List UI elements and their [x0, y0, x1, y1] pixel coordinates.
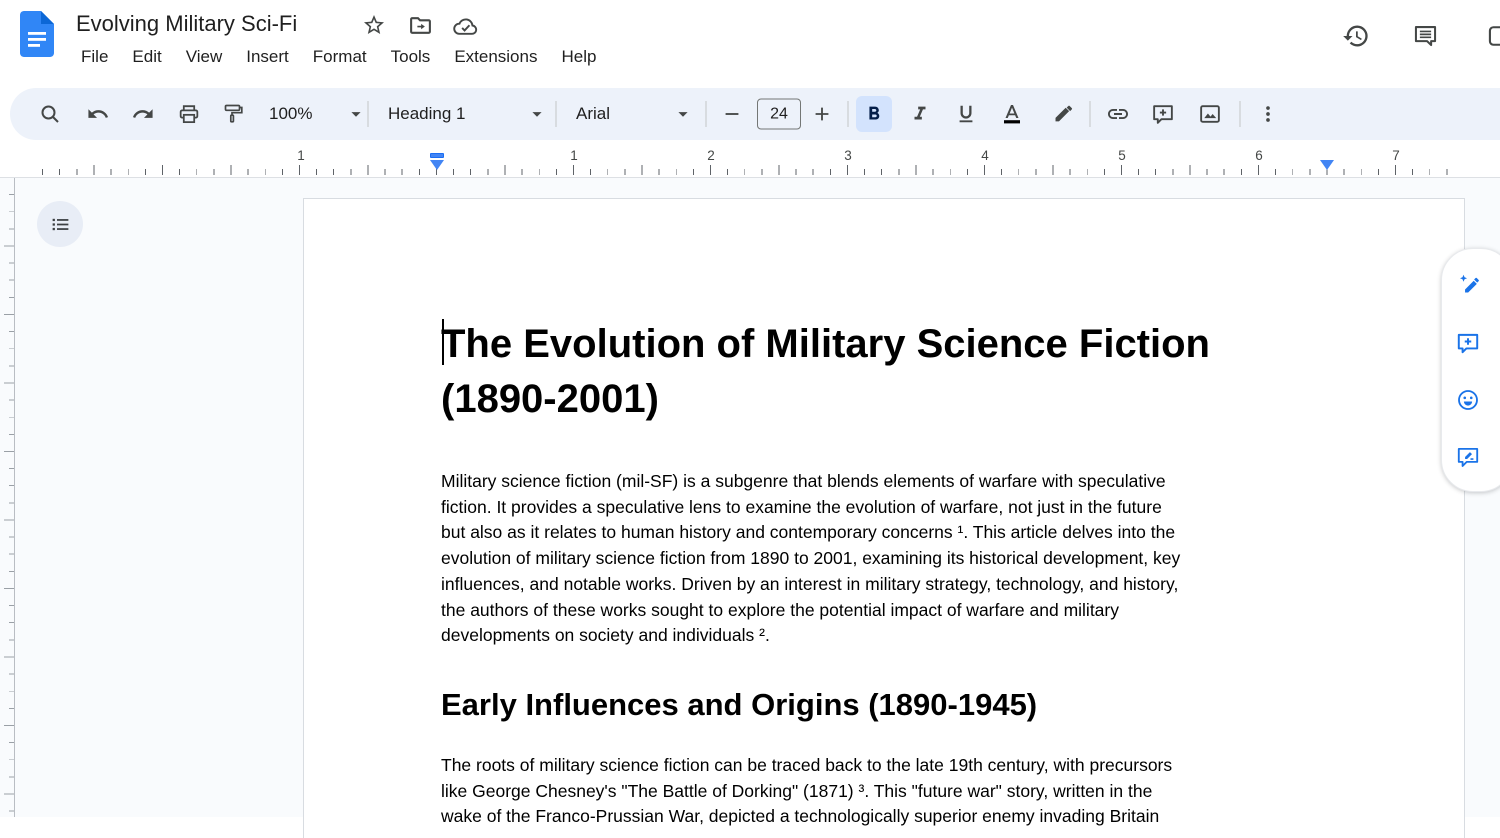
font-value: Arial — [576, 104, 610, 124]
text-line: evolution of military science fiction fr… — [441, 546, 1351, 572]
toolbar-divider — [1240, 101, 1241, 127]
help-me-write-icon[interactable] — [1455, 272, 1482, 299]
redo-icon[interactable] — [132, 103, 155, 126]
document-title[interactable]: Evolving Military Sci-Fi — [76, 11, 297, 37]
dropdown-arrow-icon — [526, 103, 548, 125]
link-icon[interactable] — [1106, 102, 1130, 126]
text-line: like George Chesney's "The Battle of Dor… — [441, 779, 1351, 805]
text-line: fiction. It provides a speculative lens … — [441, 495, 1351, 521]
outline-icon — [50, 214, 71, 235]
ruler-number: 6 — [1250, 148, 1268, 163]
italic-icon[interactable] — [909, 103, 931, 125]
ruler-number: 2 — [702, 148, 720, 163]
right-indent-marker[interactable] — [1320, 160, 1334, 170]
font-size-input[interactable]: 24 — [757, 99, 801, 130]
doc-paragraph-2: The roots of military science fiction ca… — [441, 753, 1351, 830]
ruler-number: 5 — [1113, 148, 1131, 163]
menu-item[interactable]: Format — [301, 44, 379, 70]
text-line: influences, and notable works. Driven by… — [441, 572, 1351, 598]
menu-item[interactable]: Insert — [234, 44, 301, 70]
cloud-saved-icon[interactable] — [452, 13, 479, 40]
show-outline-button[interactable] — [37, 201, 83, 247]
document-page[interactable]: The Evolution of Military Science Fictio… — [303, 198, 1465, 838]
toolbar-divider — [1090, 101, 1091, 127]
toolbar: 100% Heading 1 Arial 24 — [10, 88, 1500, 140]
ruler-number: 7 — [1387, 148, 1405, 163]
star-icon[interactable] — [362, 13, 386, 37]
doc-heading-2: Early Influences and Origins (1890-1945) — [441, 687, 1037, 723]
bold-icon — [863, 103, 885, 125]
emoji-reaction-icon[interactable] — [1455, 387, 1481, 413]
zoom-select[interactable]: 100% — [263, 103, 373, 125]
add-comment-icon[interactable] — [1151, 102, 1176, 127]
doc-paragraph-1: Military science fiction (mil-SF) is a s… — [441, 469, 1351, 649]
text-color-icon[interactable] — [1000, 102, 1024, 126]
text-line: the authors of these works sought to exp… — [441, 598, 1351, 624]
text-line: developments on society and individuals … — [441, 623, 1351, 649]
menu-item[interactable]: Tools — [379, 44, 443, 70]
ruler-numbers: 1 1 2 3 4 5 6 7 — [0, 145, 1500, 177]
menu-item[interactable]: Extensions — [442, 44, 549, 70]
font-size-value[interactable]: 24 — [757, 99, 801, 130]
doc-heading-1: The Evolution of Military Science Fictio… — [441, 317, 1341, 427]
toolbar-row: 100% Heading 1 Arial 24 — [0, 85, 1500, 145]
version-history-icon[interactable] — [1342, 22, 1370, 50]
left-indent-marker[interactable] — [430, 160, 444, 170]
suggest-edits-icon[interactable] — [1455, 444, 1481, 470]
style-value: Heading 1 — [388, 104, 466, 124]
quick-actions-pill — [1441, 248, 1500, 492]
add-comment-icon[interactable] — [1455, 330, 1481, 356]
menu-item[interactable]: Help — [549, 44, 608, 70]
heading-line: (1890-2001) — [441, 372, 1341, 427]
text-line: but also as it relates to human history … — [441, 520, 1351, 546]
paragraph-style-select[interactable]: Heading 1 — [382, 103, 554, 125]
ruler-number: 4 — [976, 148, 994, 163]
comments-icon[interactable] — [1412, 22, 1439, 49]
more-vertical-icon[interactable] — [1257, 103, 1279, 125]
dropdown-arrow-icon — [672, 103, 694, 125]
insert-image-icon[interactable] — [1198, 102, 1223, 127]
ruler-number: 1 — [565, 148, 583, 163]
highlight-icon[interactable] — [1050, 102, 1074, 126]
search-icon[interactable] — [38, 102, 62, 126]
minus-icon[interactable] — [721, 103, 743, 125]
app-bar: Evolving Military Sci-Fi FileEditViewIns… — [0, 0, 1500, 85]
horizontal-ruler[interactable]: 1 1 2 3 4 5 6 7 — [0, 145, 1500, 178]
menu-bar: FileEditViewInsertFormatToolsExtensionsH… — [69, 44, 608, 70]
text-line: The roots of military science fiction ca… — [441, 753, 1351, 779]
bold-button[interactable] — [856, 96, 892, 132]
font-select[interactable]: Arial — [570, 103, 700, 125]
docs-logo[interactable] — [20, 11, 54, 57]
partial-edge-icon[interactable] — [1487, 22, 1500, 50]
dropdown-arrow-icon — [345, 103, 367, 125]
toolbar-divider — [368, 101, 369, 127]
vertical-ruler[interactable] — [0, 178, 15, 817]
underline-icon[interactable] — [955, 103, 977, 125]
move-folder-icon[interactable] — [408, 13, 433, 38]
toolbar-divider — [848, 101, 849, 127]
plus-icon[interactable] — [811, 103, 833, 125]
menu-item[interactable]: File — [69, 44, 120, 70]
paint-format-icon[interactable] — [221, 102, 245, 126]
toolbar-divider — [556, 101, 557, 127]
document-canvas[interactable]: The Evolution of Military Science Fictio… — [0, 178, 1500, 817]
undo-icon[interactable] — [87, 103, 110, 126]
zoom-value: 100% — [269, 104, 312, 124]
print-icon[interactable] — [177, 102, 202, 127]
text-line: Military science fiction (mil-SF) is a s… — [441, 469, 1351, 495]
menu-item[interactable]: Edit — [120, 44, 173, 70]
toolbar-divider — [706, 101, 707, 127]
text-line: wake of the Franco-Prussian War, depicte… — [441, 804, 1351, 830]
heading-line: The Evolution of Military Science Fictio… — [441, 317, 1341, 372]
first-line-indent-marker[interactable] — [430, 153, 444, 158]
ruler-number: 1 — [292, 148, 310, 163]
menu-item[interactable]: View — [174, 44, 235, 70]
ruler-number: 3 — [839, 148, 857, 163]
